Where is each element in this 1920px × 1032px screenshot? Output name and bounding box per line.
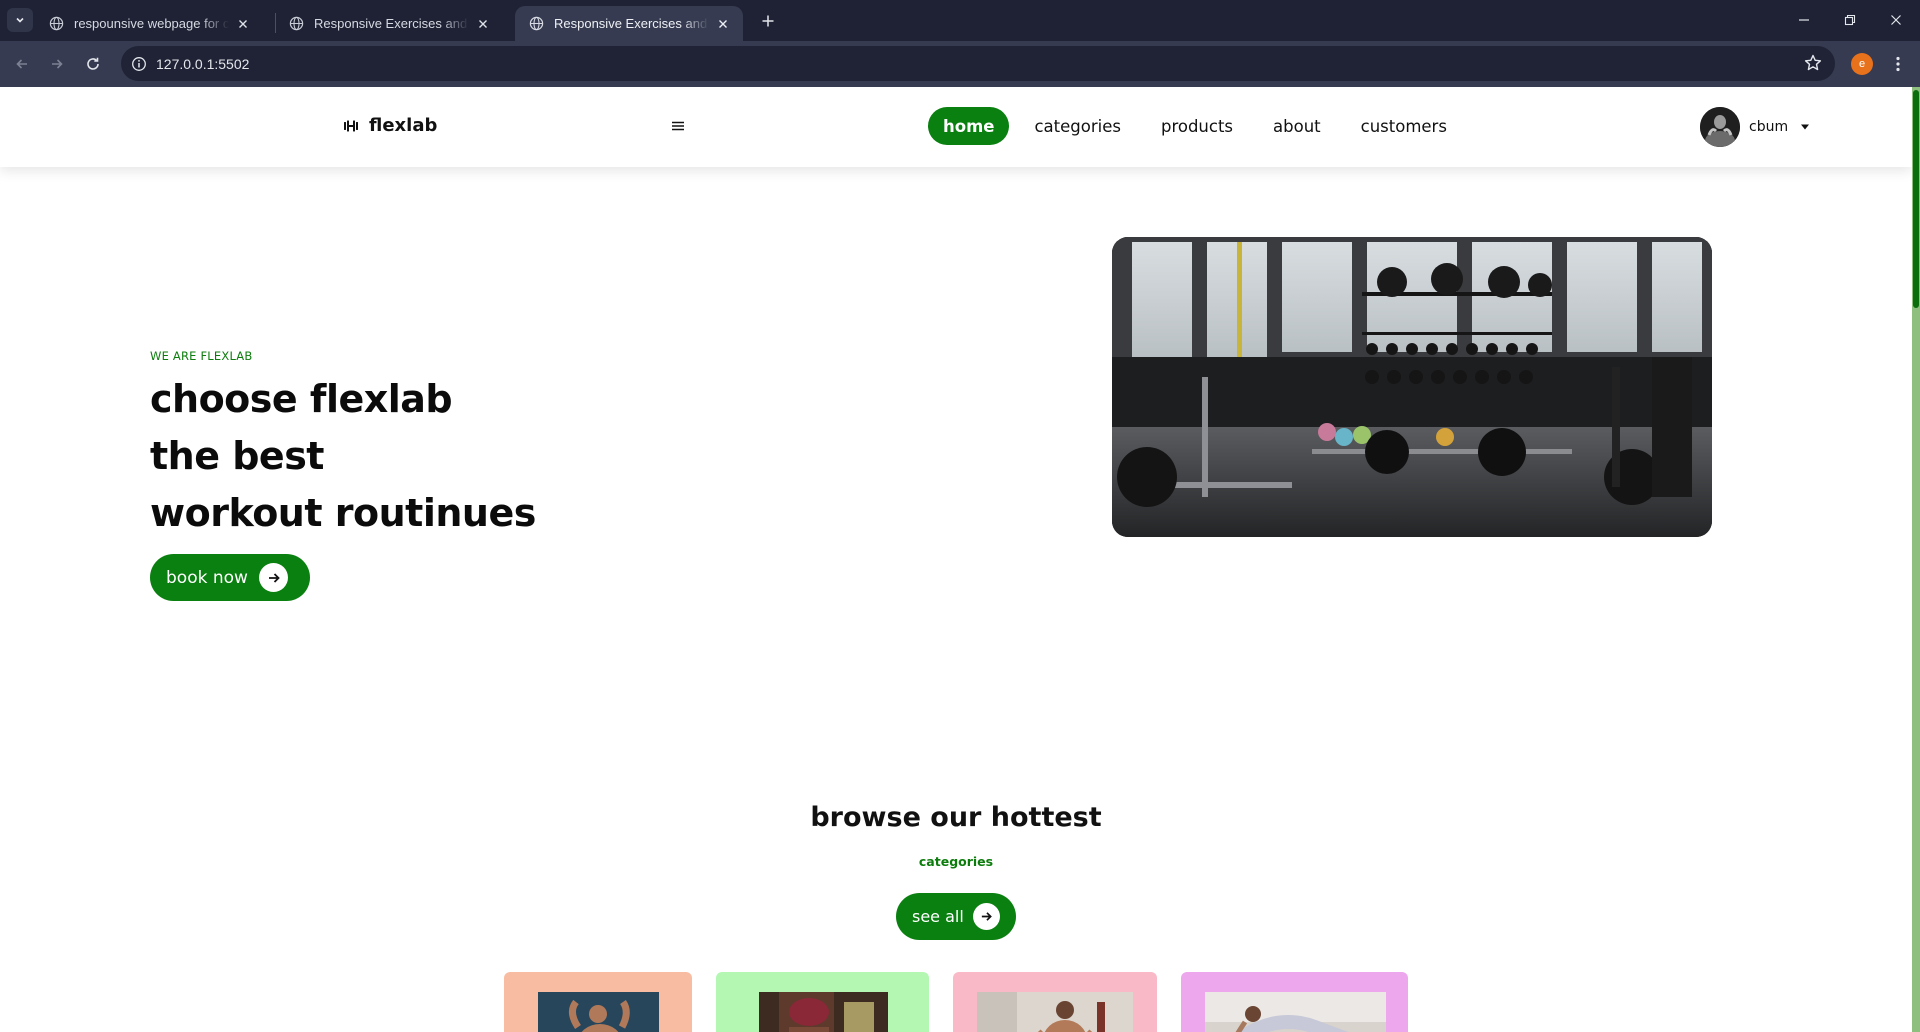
hero-title-line-3: workout routinues [150,491,536,535]
globe-icon [49,16,64,31]
browser-tab-2[interactable]: Responsive Exercises and Workouts [275,6,503,41]
category-image-4 [1205,992,1386,1032]
minimize-icon [1799,19,1809,21]
site-header: flexlab home categories products about c… [0,87,1912,167]
chevron-down-icon [16,17,24,23]
user-name: cbum [1749,119,1789,135]
reload-button[interactable] [81,52,105,76]
nav-about[interactable]: about [1258,107,1336,145]
close-icon[interactable] [235,16,251,32]
browser-tab-3-active[interactable]: Responsive Exercises and Workouts [515,6,743,41]
nav-home[interactable]: home [928,107,1010,145]
dumbbell-icon [344,120,358,131]
hero-eyebrow: WE ARE FLEXLAB [150,349,253,363]
hero-title: choose flexlab the best workout routinue… [150,371,536,542]
reload-icon [87,57,99,70]
close-icon[interactable] [715,16,731,32]
close-icon [1891,15,1901,25]
categories-subtitle: categories [918,854,994,869]
tab-title: Responsive Exercises and Workouts [314,16,469,31]
tab-search-button[interactable] [7,8,33,32]
close-icon[interactable] [475,16,491,32]
main-nav: home categories products about customers [928,107,1472,145]
category-card-4[interactable] [1181,972,1408,1032]
nav-customers[interactable]: customers [1346,107,1462,145]
site-info-icon[interactable] [128,53,150,75]
back-button[interactable] [10,52,34,76]
browser-toolbar: 127.0.0.1:5502 e [0,41,1920,87]
book-now-label: book now [166,567,248,588]
browser-tab-1[interactable]: respounsive webpage for cloud [35,6,263,41]
category-card-2[interactable] [716,972,929,1032]
arrow-right-icon [973,903,1000,930]
category-image-1 [538,992,659,1032]
plus-icon [762,15,774,27]
hero-image-gym [1112,237,1712,537]
restore-icon [1844,14,1856,26]
tab-title: respounsive webpage for cloud [74,16,229,31]
forward-button[interactable] [45,52,69,76]
nav-categories[interactable]: categories [1019,107,1136,145]
book-now-button[interactable]: book now [150,554,310,601]
see-all-label: see all [912,907,964,926]
arrow-right-icon [259,563,288,592]
scrollbar-thumb[interactable] [1913,90,1919,308]
hamburger-menu-icon[interactable] [669,117,687,135]
user-menu[interactable]: cbum [1700,107,1810,147]
tab-title: Responsive Exercises and Workouts [554,16,709,31]
globe-icon [289,16,304,31]
see-all-button[interactable]: see all [896,893,1016,940]
bookmark-star-icon[interactable] [1803,53,1823,73]
browser-tab-bar: respounsive webpage for cloud Responsive… [0,0,1920,41]
arrow-right-icon [52,59,63,69]
hero-title-line-2: the best [150,434,324,478]
restore-button[interactable] [1827,8,1873,32]
profile-avatar-button[interactable]: e [1851,53,1873,75]
category-card-3[interactable] [953,972,1157,1032]
url-text[interactable]: 127.0.0.1:5502 [156,56,249,72]
new-tab-button[interactable] [757,10,779,32]
categories-title: browse our hottest [810,802,1102,833]
page-scrollbar[interactable] [1912,87,1920,1032]
more-menu-icon[interactable] [1888,52,1908,76]
caret-down-icon [1800,124,1810,130]
hero-text: WE ARE FLEXLAB choose flexlab the best w… [150,349,536,542]
category-image-3 [977,992,1133,1032]
globe-icon [529,16,544,31]
brand-name: flexlab [369,115,438,136]
category-image-2 [759,992,888,1032]
address-bar[interactable]: 127.0.0.1:5502 [121,46,1835,81]
hero-title-line-1: choose flexlab [150,377,453,421]
close-window-button[interactable] [1873,8,1919,32]
arrow-left-icon [16,59,27,69]
page-viewport: flexlab home categories products about c… [0,87,1920,1032]
avatar[interactable] [1700,107,1740,147]
category-card-1[interactable] [504,972,692,1032]
brand-logo[interactable]: flexlab [343,115,437,136]
nav-products[interactable]: products [1146,107,1248,145]
minimize-button[interactable] [1781,8,1827,32]
